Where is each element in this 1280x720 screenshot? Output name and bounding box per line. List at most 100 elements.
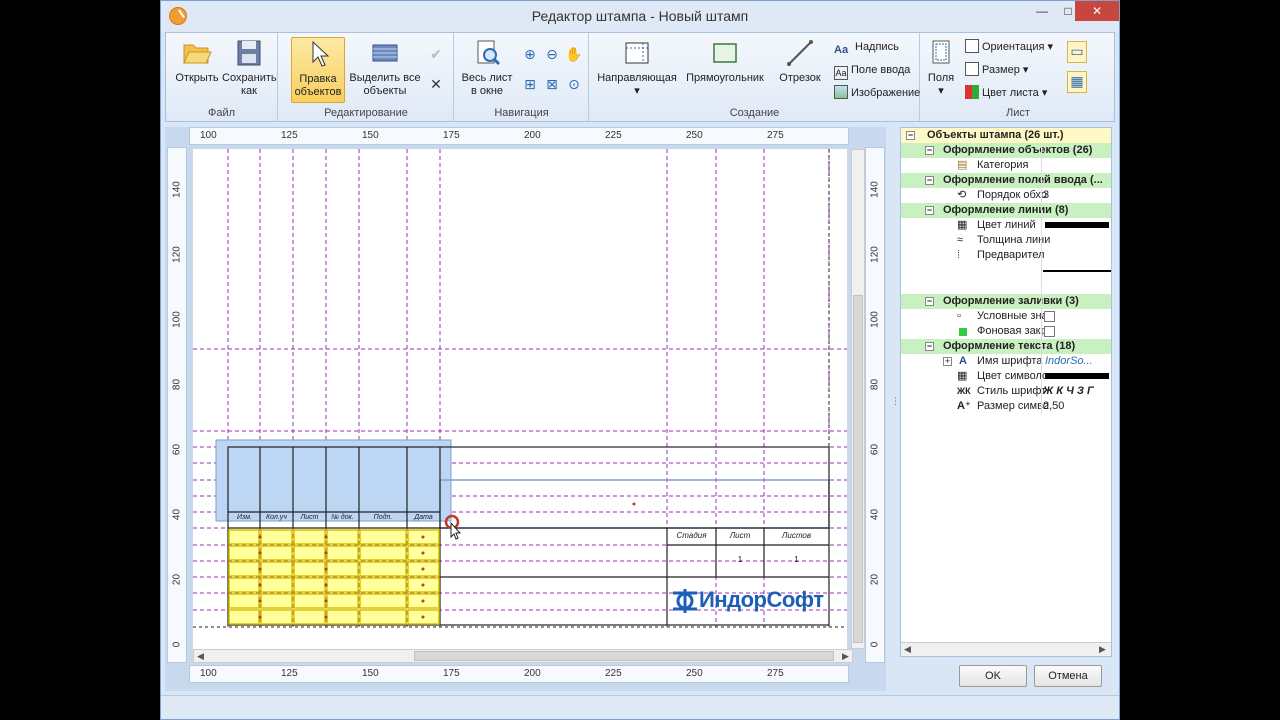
- vertical-scrollbar[interactable]: [851, 149, 865, 649]
- properties-scrollbar[interactable]: ◀ ▶: [901, 642, 1111, 656]
- ruler-label: 175: [443, 130, 460, 141]
- save-as-button[interactable]: Сохранить как: [222, 37, 277, 103]
- ruler-label: 20: [869, 573, 881, 586]
- background-checkbox[interactable]: [1044, 326, 1055, 337]
- expand-icon[interactable]: +: [943, 357, 952, 366]
- prop-font-size[interactable]: A⁺ Размер симво 2,50: [901, 399, 1111, 414]
- scroll-left-icon[interactable]: ◀: [904, 644, 911, 655]
- prop-line-width[interactable]: ≈ Толщина лини: [901, 233, 1111, 248]
- zoom-window-icon[interactable]: ⊙: [565, 75, 583, 93]
- conventional-checkbox[interactable]: [1044, 311, 1055, 322]
- prop-background-fill[interactable]: Фоновая закр: [901, 324, 1111, 339]
- orientation-button[interactable]: Ориентация ▾: [965, 38, 1053, 56]
- ruler-label: 40: [171, 508, 183, 521]
- prop-font-color[interactable]: ▦ Цвет символо: [901, 369, 1111, 384]
- font-color-swatch: [1045, 373, 1109, 379]
- ribbon: Открыть Сохранить как Файл Правка объект…: [165, 32, 1115, 122]
- title-bar: Редактор штампа - Новый штамп — □ ✕: [161, 1, 1119, 31]
- sheets-head: Листов: [781, 531, 812, 540]
- collapse-icon[interactable]: −: [925, 176, 934, 185]
- prop-line-color[interactable]: ▦ Цвет линий: [901, 218, 1111, 233]
- page-size-icon: [965, 62, 979, 76]
- prop-conventional[interactable]: ▫ Условные зна: [901, 309, 1111, 324]
- save-icon: [237, 40, 261, 66]
- image-button[interactable]: Изображение: [834, 84, 920, 102]
- tree-root[interactable]: − Объекты штампа (26 шт.): [901, 128, 1111, 143]
- input-field-button[interactable]: Aa Поле ввода: [834, 61, 910, 80]
- canvas-area[interactable]: 100 125 150 175 200 225 250 275 140 120 …: [165, 127, 886, 691]
- rectangle-button[interactable]: Прямоугольник: [682, 37, 768, 103]
- template-icon[interactable]: ▦: [1067, 71, 1087, 93]
- orientation-label: Ориентация: [982, 41, 1045, 53]
- collapse-icon[interactable]: −: [925, 206, 934, 215]
- horizontal-scrollbar[interactable]: ◀ ▶: [193, 649, 853, 663]
- prop-category[interactable]: ▤ Категория: [901, 158, 1111, 173]
- open-button[interactable]: Открыть: [170, 37, 224, 103]
- scroll-right-icon[interactable]: ▶: [1099, 644, 1106, 655]
- segment-button[interactable]: Отрезок: [770, 37, 830, 103]
- horizontal-ruler-top[interactable]: 100 125 150 175 200 225 250 275: [189, 127, 849, 145]
- font-size-icon: A⁺: [957, 400, 971, 412]
- prop-value: IndorSo...: [1045, 355, 1093, 367]
- minimize-button[interactable]: —: [1029, 1, 1055, 21]
- orientation-icon: [965, 39, 979, 53]
- ruler-label: 120: [869, 246, 881, 263]
- prop-name: Категория: [977, 159, 1029, 171]
- preview-icon: ⁞: [957, 249, 961, 261]
- fields-button[interactable]: Поля ▾: [923, 37, 959, 103]
- color-grid-icon: [965, 85, 979, 99]
- vertical-ruler-right[interactable]: 140 120 100 80 60 40 20 0: [865, 147, 885, 663]
- size-button[interactable]: Размер ▾: [965, 61, 1028, 79]
- delete-icon[interactable]: ✕: [427, 75, 445, 93]
- prop-preview[interactable]: ⁞ Предварител: [901, 248, 1111, 294]
- collapse-icon[interactable]: −: [925, 146, 934, 155]
- color-grid-icon: ▦: [957, 370, 968, 382]
- stamp-sheet[interactable]: Изм. Кол.уч Лист № док. Подп. Дата Стади…: [193, 149, 847, 649]
- category-input-fields[interactable]: − Оформление полей ввода (...: [901, 173, 1111, 188]
- caption-button[interactable]: Aa Надпись: [834, 38, 899, 56]
- close-button[interactable]: ✕: [1075, 1, 1119, 21]
- zoom-in-icon[interactable]: ⊕: [521, 45, 539, 63]
- vertical-ruler-left[interactable]: 140 120 100 80 60 40 20 0: [167, 147, 187, 663]
- ruler-label: 200: [524, 130, 541, 141]
- prop-bypass-order[interactable]: ⟲ Порядок обхо 3: [901, 188, 1111, 203]
- category-fill[interactable]: − Оформление заливки (3): [901, 294, 1111, 309]
- fit-sheet-button[interactable]: Весь лист в окне: [457, 37, 517, 103]
- select-all-button[interactable]: Выделить все объекты: [347, 37, 423, 103]
- edit-objects-button[interactable]: Правка объектов: [291, 37, 345, 103]
- category-label: Оформление заливки (3): [943, 295, 1079, 307]
- checkmark-icon[interactable]: ✔: [427, 45, 445, 63]
- horizontal-scroll-thumb[interactable]: [414, 651, 834, 661]
- ruler-label: 100: [200, 130, 217, 141]
- zoom-selection-icon[interactable]: ⊠: [543, 75, 561, 93]
- horizontal-ruler-bottom[interactable]: 100 125 150 175 200 225 250 275: [189, 665, 849, 683]
- select-all-icon: [372, 44, 398, 62]
- select-all-label-1: Выделить все: [349, 72, 421, 84]
- guide-button[interactable]: Направляющая ▾: [594, 37, 680, 103]
- sheet-color-button[interactable]: Цвет листа ▾: [965, 84, 1047, 102]
- collapse-icon[interactable]: −: [925, 342, 934, 351]
- ruler-label: 100: [869, 311, 881, 328]
- edit-objects-label-1: Правка: [299, 73, 337, 85]
- scroll-right-icon[interactable]: ▶: [842, 651, 849, 662]
- cancel-button[interactable]: Отмена: [1034, 665, 1102, 687]
- sheet-margins-icon: [932, 40, 950, 64]
- zoom-out-icon[interactable]: ⊖: [543, 45, 561, 63]
- prop-name: Цвет символо: [977, 370, 1049, 382]
- scroll-left-icon[interactable]: ◀: [197, 651, 204, 662]
- zoom-fit-icon[interactable]: ⊞: [521, 75, 539, 93]
- guide-dropdown-icon: ▾: [634, 85, 640, 97]
- vertical-scroll-thumb[interactable]: [853, 295, 863, 643]
- prop-font-name[interactable]: + A Имя шрифта IndorSo...: [901, 354, 1111, 369]
- collapse-icon[interactable]: −: [906, 131, 915, 140]
- ruler-label: 100: [171, 311, 183, 328]
- page-settings-icon[interactable]: ▭: [1067, 41, 1087, 63]
- panel-splitter[interactable]: ⋮: [891, 396, 900, 410]
- collapse-icon[interactable]: −: [925, 297, 934, 306]
- hand-pan-icon[interactable]: ✋: [565, 45, 583, 63]
- category-text[interactable]: − Оформление текста (18): [901, 339, 1111, 354]
- category-lines[interactable]: − Оформление линии (8): [901, 203, 1111, 218]
- ok-button[interactable]: OK: [959, 665, 1027, 687]
- category-objects[interactable]: − Оформление объектов (26): [901, 143, 1111, 158]
- prop-font-style[interactable]: ЖК Стиль шрифт Ж К Ч З Г: [901, 384, 1111, 399]
